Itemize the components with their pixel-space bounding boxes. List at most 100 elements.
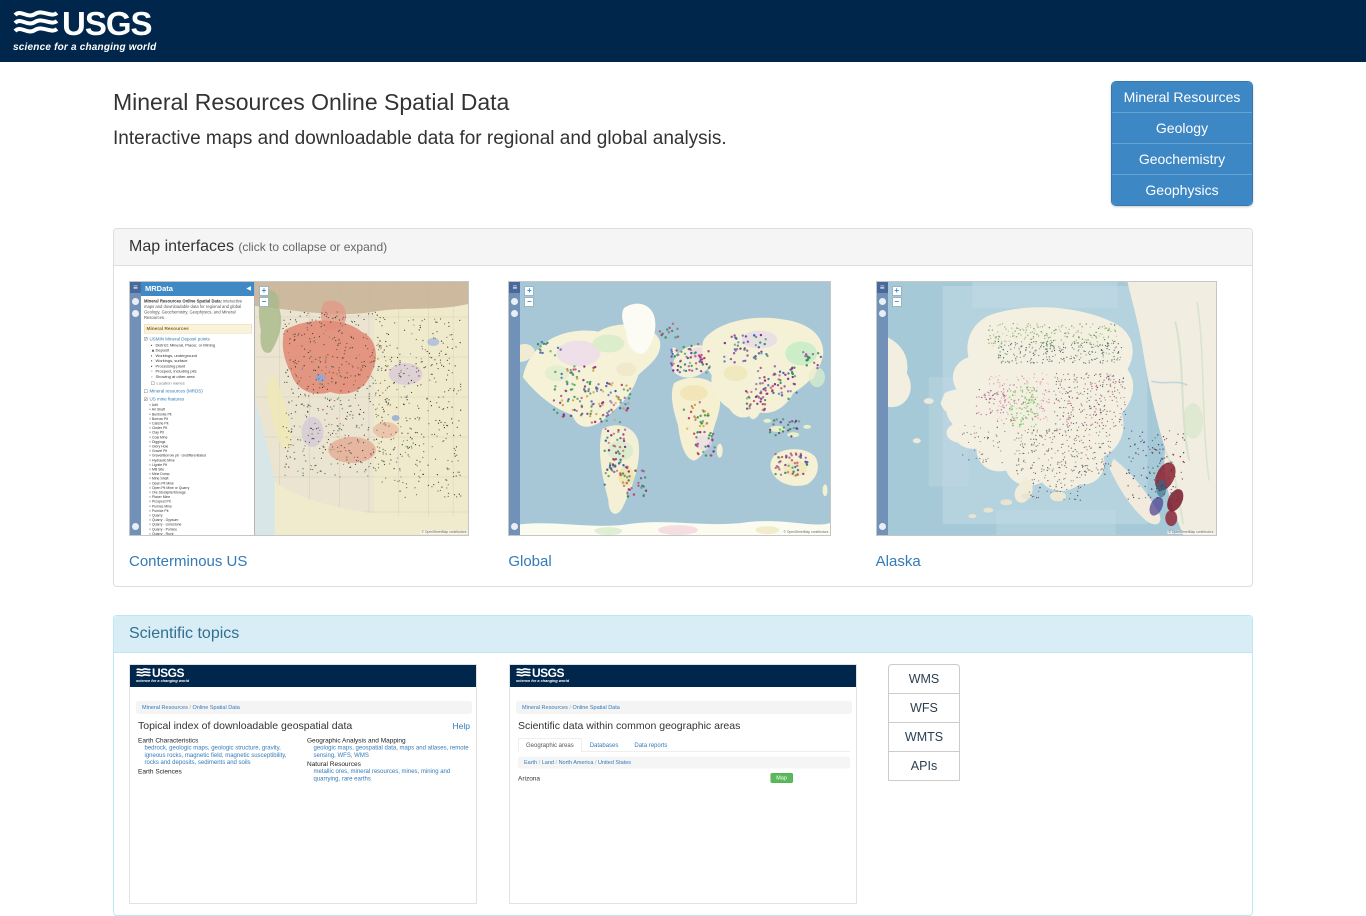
- usgs-tagline: science for a changing world: [13, 42, 157, 53]
- legend-toolbar: ≡: [130, 282, 141, 535]
- usgs-wave-icon: [13, 10, 59, 34]
- map-column: ≡ MRData ◀ Mineral Resources Online Spat…: [129, 281, 498, 571]
- legend-item: Quarry - Rock: [144, 532, 252, 535]
- topic-nav-button[interactable]: Geology: [1112, 112, 1252, 143]
- globe-icon: [132, 310, 139, 317]
- locate-icon: [132, 523, 139, 530]
- breadcrumb: Mineral ResourcesOnline Spatial Data: [136, 701, 472, 714]
- map-column: ≡ + −: [868, 281, 1237, 571]
- usmin-legend-list: ▪ District: Mineral, Placer, or Mining ▲…: [144, 343, 252, 380]
- alaska-thumbnail[interactable]: ≡ + − © OpenStreetMap contributors: [875, 281, 1217, 536]
- service-button[interactable]: WMTS: [888, 722, 960, 752]
- help-icon: [132, 298, 139, 305]
- map-zoom-control: + −: [524, 286, 535, 307]
- usgs-logo-text: USGS: [532, 666, 565, 680]
- panel-title: Scientific topics: [129, 625, 240, 642]
- map-column: ≡ + −: [498, 281, 867, 571]
- usgs-wave-icon: [136, 668, 151, 677]
- topic-section: Earth Characteristics bedrock, geologic …: [138, 737, 301, 766]
- topic-nav-button[interactable]: Geochemistry: [1112, 143, 1252, 174]
- topic-section-links: bedrock, geologic maps, geologic structu…: [144, 744, 287, 766]
- page-title: Mineral Resources Online Spatial Data: [113, 89, 510, 115]
- layer-mine-features-label: US mine features: [149, 396, 185, 402]
- topic-nav: Mineral Resources Geology Geochemistry Geop…: [1111, 81, 1253, 206]
- geographic-areas-thumbnail[interactable]: USGS science for a changing world Minera…: [509, 664, 857, 904]
- topic-section-heading: Natural Resources: [307, 760, 361, 768]
- breadcrumb-item: Online Spatial Data: [568, 705, 620, 711]
- mini-tab: Data reports: [634, 741, 668, 749]
- topic-nav-button[interactable]: Mineral Resources: [1112, 82, 1252, 112]
- mini-page-title: Scientific data within common geographic…: [518, 720, 741, 732]
- help-link: Help: [452, 721, 470, 732]
- usgs-tagline: science for a changing world: [136, 679, 190, 683]
- locate-icon: [511, 523, 519, 530]
- conterminous-us-link[interactable]: Conterminous US: [129, 553, 247, 570]
- service-button[interactable]: WMS: [888, 664, 960, 694]
- map-attribution: © OpenStreetMap contributors: [1167, 530, 1215, 534]
- breadcrumb-item: North America: [554, 760, 593, 766]
- map-toolbar: ≡: [509, 282, 521, 535]
- conterminous-us-thumbnail[interactable]: ≡ MRData ◀ Mineral Resources Online Spat…: [129, 281, 469, 536]
- locate-icon: [878, 523, 886, 530]
- topical-index-thumbnail[interactable]: USGS science for a changing world Minera…: [129, 664, 477, 904]
- panel-note: (click to collapse or expand): [238, 240, 388, 254]
- menu-icon: ≡: [876, 282, 888, 293]
- service-button[interactable]: WFS: [888, 693, 960, 723]
- globe-icon: [511, 310, 519, 317]
- mini-tab: Databases: [589, 741, 619, 749]
- service-button[interactable]: APIs: [888, 751, 960, 781]
- topical-index-content: Mineral ResourcesOnline Spatial Data Top…: [130, 701, 476, 782]
- global-link[interactable]: Global: [508, 553, 551, 570]
- help-icon: [511, 298, 519, 305]
- map-toolbar: ≡: [876, 282, 888, 535]
- mrdata-description: Mineral Resources Online Spatial Data: i…: [144, 299, 252, 321]
- checkbox-icon: [144, 389, 148, 393]
- map-interfaces-body: ≡ MRData ◀ Mineral Resources Online Spat…: [114, 266, 1252, 586]
- mini-page-title: Topical index of downloadable geospatial…: [138, 720, 353, 732]
- layer-mine-features: US mine features: [144, 397, 252, 402]
- mrdata-legend-panel: ≡ MRData ◀ Mineral Resources Online Spat…: [130, 282, 255, 535]
- breadcrumb-item: United States: [593, 760, 631, 766]
- geographic-areas-content: Mineral ResourcesOnline Spatial Data Sci…: [510, 701, 856, 783]
- usgs-header: USGS science for a changing world: [0, 0, 1366, 62]
- usgs-logo-text: USGS: [62, 5, 153, 42]
- scientific-topics-panel: Scientific topics USGS science for a cha…: [113, 615, 1253, 916]
- area-row: Arizona Map: [510, 769, 856, 783]
- mini-usgs-header: USGS science for a changing world: [130, 665, 476, 687]
- usgs-logo[interactable]: USGS science for a changing world: [13, 7, 156, 53]
- mineral-resources-section-label: Mineral Resources: [144, 323, 252, 334]
- help-icon: [878, 298, 886, 305]
- breadcrumb-item: Mineral Resources: [522, 704, 568, 711]
- alaska-link[interactable]: Alaska: [876, 553, 921, 570]
- usgs-tagline: science for a changing world: [516, 679, 570, 683]
- area-name: Arizona: [518, 774, 541, 782]
- menu-icon: ≡: [509, 282, 521, 293]
- map-interfaces-panel: Map interfaces (click to collapse or exp…: [113, 228, 1253, 587]
- mini-title-row: Scientific data within common geographic…: [510, 714, 856, 735]
- topic-section-heading: Geographic Analysis and Mapping: [307, 736, 406, 745]
- checkbox-icon: [144, 397, 148, 401]
- mrdata-title-text: MRData: [145, 284, 173, 293]
- scientific-topics-body: USGS science for a changing world Minera…: [114, 653, 1252, 915]
- mini-usgs-logo: USGS science for a changing world: [516, 667, 612, 686]
- global-thumbnail[interactable]: ≡ + − © OpenStreetMap contributors: [508, 281, 832, 536]
- topic-section-links: metallic ores, mineral resources, mines,…: [313, 767, 451, 782]
- main-content: Mineral Resources Online Spatial Data In…: [113, 62, 1253, 916]
- topic-column: Earth Characteristics bedrock, geologic …: [138, 735, 301, 782]
- breadcrumb: Mineral ResourcesOnline Spatial Data: [516, 701, 852, 714]
- topic-column: Geographic Analysis and Mapping geologic…: [307, 735, 470, 782]
- topic-nav-button[interactable]: Geophysics: [1112, 174, 1252, 205]
- zoom-in-icon: +: [524, 286, 535, 296]
- topic-section: Geographic Analysis and Mapping geologic…: [307, 737, 470, 759]
- checkbox-icon: [144, 337, 148, 341]
- mrdata-legend-scroll: Mineral Resources Online Spatial Data: i…: [141, 296, 254, 535]
- checkbox-icon: [151, 381, 155, 386]
- map-interfaces-header[interactable]: Map interfaces (click to collapse or exp…: [114, 229, 1252, 266]
- usgs-logo-text: USGS: [152, 666, 185, 680]
- layer-usmin: USMIN Mineral Deposit points: [144, 336, 252, 341]
- topic-section: Earth Sciences: [138, 767, 301, 775]
- mini-usgs-logo: USGS science for a changing world: [136, 667, 232, 686]
- breadcrumb-item: Land: [537, 760, 554, 766]
- scientific-topics-header[interactable]: Scientific topics: [114, 616, 1252, 653]
- map-zoom-control: + −: [259, 286, 269, 307]
